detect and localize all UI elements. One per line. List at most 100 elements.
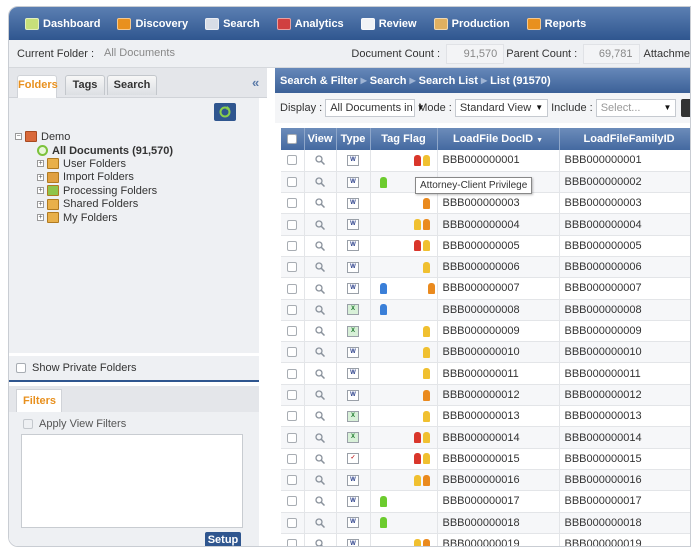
view-magnifier-icon[interactable] (315, 369, 326, 379)
yellow-tag-flag-icon[interactable] (422, 346, 430, 358)
yellow-tag-flag-icon[interactable] (422, 154, 430, 166)
tree-node-shared-folders[interactable]: + Shared Folders (37, 198, 138, 211)
red-tag-flag-icon[interactable] (413, 154, 421, 166)
expand-icon[interactable]: + (37, 214, 44, 221)
tree-node-demo[interactable]: − Demo (15, 130, 70, 143)
view-magnifier-icon[interactable] (315, 475, 326, 486)
table-row[interactable]: W BBB000000016 BBB000000016 (281, 469, 690, 492)
row-checkbox[interactable] (287, 517, 298, 528)
nav-review[interactable]: Review (360, 17, 417, 30)
blue-tag-flag-icon[interactable] (379, 283, 387, 295)
table-row[interactable]: W BBB000000007 BBB000000007 (281, 277, 690, 300)
view-magnifier-icon[interactable] (315, 411, 326, 422)
row-checkbox[interactable] (287, 240, 298, 251)
word-file-icon[interactable]: W (347, 261, 359, 273)
word-file-icon[interactable]: W (347, 197, 359, 209)
tree-node-processing-folders[interactable]: + Processing Folders (37, 184, 157, 197)
excel-file-icon[interactable]: X (347, 304, 359, 316)
row-checkbox[interactable] (287, 262, 298, 273)
word-file-icon[interactable]: W (347, 283, 359, 295)
tab-tags[interactable]: Tags (65, 75, 105, 95)
tree-node-import-folders[interactable]: + Import Folders (37, 171, 134, 184)
row-checkbox[interactable] (287, 475, 298, 486)
toolbar-button[interactable] (681, 99, 690, 117)
tab-filters[interactable]: Filters (16, 389, 62, 412)
collapse-panel-icon[interactable]: « (252, 75, 259, 90)
tab-search[interactable]: Search (107, 75, 157, 95)
view-magnifier-icon[interactable] (315, 219, 326, 230)
view-magnifier-icon[interactable] (315, 155, 326, 166)
select-all-checkbox[interactable] (287, 134, 298, 145)
column-header-tag-flag[interactable]: Tag Flag (370, 128, 438, 150)
nav-production[interactable]: Production (433, 17, 510, 30)
refresh-button[interactable] (214, 103, 236, 121)
tree-node-my-folders[interactable]: + My Folders (37, 211, 117, 224)
yellow-tag-flag-icon[interactable] (422, 240, 430, 252)
yellow-tag-flag-icon[interactable] (422, 453, 430, 465)
table-row[interactable]: X BBB000000014 BBB000000014 (281, 426, 690, 449)
view-magnifier-icon[interactable] (315, 283, 326, 294)
row-checkbox[interactable] (287, 304, 298, 315)
apply-view-filters[interactable]: Apply View Filters (23, 418, 126, 430)
tree-node-all-documents[interactable]: All Documents (91,570) (37, 144, 173, 157)
nav-dashboard[interactable]: Dashboard (25, 17, 100, 30)
breadcrumb-search-filter[interactable]: Search & Filter (280, 75, 358, 87)
tab-folders[interactable]: Folders (17, 75, 58, 99)
column-header-familyid[interactable]: LoadFileFamilyID (559, 128, 690, 150)
word-file-icon[interactable]: W (347, 538, 359, 546)
view-magnifier-icon[interactable] (315, 390, 326, 401)
table-row[interactable]: X BBB000000008 BBB000000008 (281, 299, 690, 321)
yellow-tag-flag-icon[interactable] (413, 538, 421, 546)
row-checkbox[interactable] (287, 453, 298, 464)
blue-tag-flag-icon[interactable] (379, 304, 387, 316)
yellow-tag-flag-icon[interactable] (413, 219, 421, 231)
row-checkbox[interactable] (287, 177, 298, 188)
collapse-icon[interactable]: − (15, 133, 22, 140)
table-row[interactable]: W BBB000000012 BBB000000012 (281, 384, 690, 407)
row-checkbox[interactable] (287, 347, 298, 358)
column-header-view[interactable]: View (304, 128, 337, 150)
view-magnifier-icon[interactable] (315, 432, 326, 443)
expand-icon[interactable]: + (37, 173, 44, 181)
red-tag-flag-icon[interactable] (413, 453, 421, 465)
table-row[interactable]: W BBB000000006 BBB000000006 (281, 256, 690, 279)
word-file-icon[interactable]: W (347, 517, 359, 529)
table-row[interactable]: W BBB000000011 BBB000000011 (281, 362, 690, 385)
row-checkbox[interactable] (287, 219, 298, 230)
pdf-file-icon[interactable]: ✓ (347, 453, 359, 465)
tree-node-user-folders[interactable]: + User Folders (37, 157, 126, 170)
word-file-icon[interactable]: W (347, 176, 359, 188)
nav-search[interactable]: Search (205, 17, 260, 30)
yellow-tag-flag-icon[interactable] (422, 432, 430, 444)
expand-icon[interactable]: + (37, 187, 44, 194)
show-private-checkbox[interactable] (16, 363, 26, 373)
breadcrumb-search[interactable]: Search (370, 75, 407, 87)
red-tag-flag-icon[interactable] (413, 432, 421, 444)
table-row[interactable]: W BBB000000019 BBB000000019 (281, 533, 690, 546)
select-all-header[interactable] (281, 128, 305, 150)
filter-list[interactable] (21, 434, 243, 528)
row-checkbox[interactable] (287, 368, 298, 379)
table-row[interactable]: W BBB000000010 BBB000000010 (281, 341, 690, 364)
display-select[interactable]: All Documents in ▼ (325, 99, 425, 117)
show-private-folders[interactable]: Show Private Folders (9, 356, 259, 382)
word-file-icon[interactable]: W (347, 346, 359, 358)
yellow-tag-flag-icon[interactable] (413, 474, 421, 486)
yellow-tag-flag-icon[interactable] (422, 368, 430, 380)
view-magnifier-icon[interactable] (315, 326, 326, 337)
row-checkbox[interactable] (287, 155, 298, 166)
nav-discovery[interactable]: Discovery (117, 17, 188, 30)
view-magnifier-icon[interactable] (315, 305, 326, 315)
yellow-tag-flag-icon[interactable] (422, 261, 430, 273)
table-row[interactable]: ✓ BBB000000015 BBB000000015 (281, 448, 690, 470)
view-magnifier-icon[interactable] (315, 262, 326, 273)
excel-file-icon[interactable]: X (347, 325, 359, 337)
mode-select[interactable]: Standard View ▼ (454, 99, 549, 117)
yellow-tag-flag-icon[interactable] (422, 410, 430, 422)
table-row[interactable]: W BBB000000017 BBB000000017 (281, 490, 690, 513)
nav-analytics[interactable]: Analytics (276, 17, 344, 30)
table-row[interactable]: X BBB000000009 BBB000000009 (281, 320, 690, 343)
breadcrumb-search-list[interactable]: Search List (419, 75, 478, 87)
word-file-icon[interactable]: W (347, 495, 359, 507)
row-checkbox[interactable] (287, 390, 298, 400)
